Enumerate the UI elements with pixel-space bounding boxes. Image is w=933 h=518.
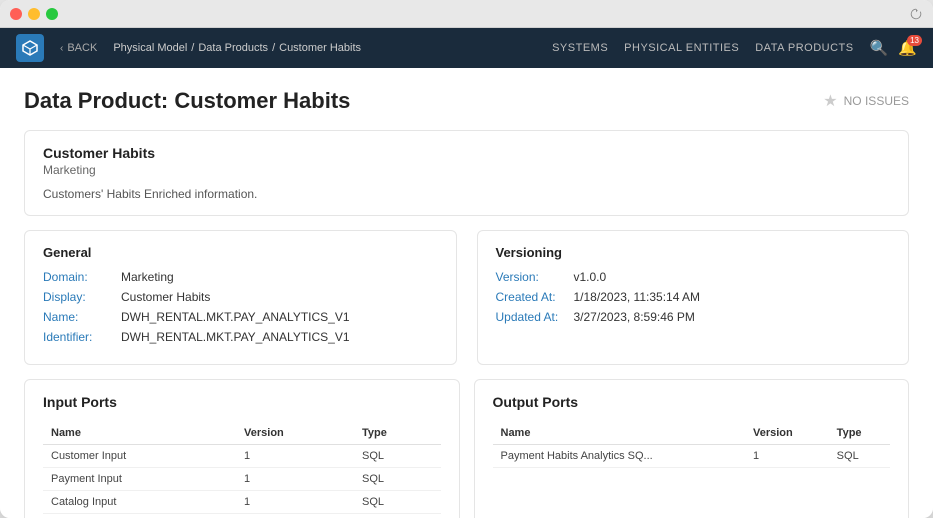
output-row-version: 1 [745,445,829,468]
input-ports-title: Input Ports [43,394,441,410]
no-issues-label: NO ISSUES [844,94,909,108]
general-name-value: DWH_RENTAL.MKT.PAY_ANALYTICS_V1 [121,310,350,324]
input-row-type: SQL [354,445,441,468]
input-row-version: 1 [236,445,354,468]
general-section: General Domain: Marketing Display: Custo… [24,230,457,365]
search-icon[interactable]: 🔍 [870,39,889,57]
reload-icon[interactable] [909,7,923,21]
notification-badge: 13 [907,35,922,46]
input-row-version: 1 [236,491,354,514]
input-col-version: Version [236,422,354,445]
info-grid: General Domain: Marketing Display: Custo… [24,230,909,365]
input-row-name: Payment Input [43,468,236,491]
input-ports-section: Input Ports Name Version Type Customer I… [24,379,460,518]
versioning-title: Versioning [496,245,891,260]
input-row-type: SQL [354,468,441,491]
breadcrumb-physical-model[interactable]: Physical Model [113,42,187,54]
maximize-button[interactable] [46,8,58,20]
input-ports-header-row: Name Version Type [43,422,441,445]
back-label: BACK [67,42,97,54]
general-title: General [43,245,438,260]
input-row-name: Customer Input [43,445,236,468]
close-button[interactable] [10,8,22,20]
titlebar [0,0,933,28]
entity-description: Customers' Habits Enriched information. [43,187,890,201]
star-icon[interactable]: ★ [823,91,837,111]
versioning-created-label: Created At: [496,290,566,304]
entity-name: Customer Habits [43,145,890,161]
output-col-type: Type [829,422,890,445]
general-domain-label: Domain: [43,270,113,284]
general-identifier-row: Identifier: DWH_RENTAL.MKT.PAY_ANALYTICS… [43,330,438,344]
output-row-name: Payment Habits Analytics SQ... [493,445,746,468]
versioning-section: Versioning Version: v1.0.0 Created At: 1… [477,230,910,365]
output-ports-title: Output Ports [493,394,891,410]
general-domain-row: Domain: Marketing [43,270,438,284]
output-row-type: SQL [829,445,890,468]
nav-systems[interactable]: SYSTEMS [552,42,608,54]
table-row: Customer Input 1 SQL [43,445,441,468]
versioning-version-label: Version: [496,270,566,284]
general-name-label: Name: [43,310,113,324]
breadcrumb-customer-habits: Customer Habits [279,42,361,54]
general-display-value: Customer Habits [121,290,210,304]
input-col-type: Type [354,422,441,445]
breadcrumb-sep1: / [191,42,194,54]
breadcrumb: Physical Model / Data Products / Custome… [113,42,361,54]
page-title: Data Product: Customer Habits [24,88,350,114]
breadcrumb-sep2: / [272,42,275,54]
output-ports-header-row: Name Version Type [493,422,891,445]
table-row: Catalog Input 1 SQL [43,491,441,514]
breadcrumb-data-products[interactable]: Data Products [198,42,268,54]
ports-grid: Input Ports Name Version Type Customer I… [24,379,909,518]
input-col-name: Name [43,422,236,445]
notification-icon[interactable]: 🔔 13 [898,39,917,57]
general-identifier-value: DWH_RENTAL.MKT.PAY_ANALYTICS_V1 [121,330,350,344]
general-display-row: Display: Customer Habits [43,290,438,304]
table-row: Payment Habits Analytics SQ... 1 SQL [493,445,891,468]
versioning-created-value: 1/18/2023, 11:35:14 AM [574,290,701,304]
no-issues-badge: ★ NO ISSUES [823,91,909,111]
general-display-label: Display: [43,290,113,304]
back-arrow-icon: ‹ [60,43,63,54]
nav-data-products[interactable]: DATA PRODUCTS [755,42,853,54]
versioning-updated-value: 3/27/2023, 8:59:46 PM [574,310,695,324]
versioning-updated-label: Updated At: [496,310,566,324]
versioning-created-row: Created At: 1/18/2023, 11:35:14 AM [496,290,891,304]
versioning-version-value: v1.0.0 [574,270,607,284]
page-header: Data Product: Customer Habits ★ NO ISSUE… [24,88,909,114]
app-logo [16,34,44,62]
output-ports-table: Name Version Type Payment Habits Analyti… [493,422,891,468]
general-domain-value: Marketing [121,270,174,284]
output-col-name: Name [493,422,746,445]
input-row-type: SQL [354,491,441,514]
main-content: Data Product: Customer Habits ★ NO ISSUE… [0,68,933,518]
general-identifier-label: Identifier: [43,330,113,344]
input-ports-table: Name Version Type Customer Input 1 SQL P… [43,422,441,514]
nav-physical-entities[interactable]: PHYSICAL ENTITIES [624,42,739,54]
navbar-icons: 🔍 🔔 13 [870,39,917,57]
table-row: Payment Input 1 SQL [43,468,441,491]
versioning-version-row: Version: v1.0.0 [496,270,891,284]
minimize-button[interactable] [28,8,40,20]
window-controls [10,8,58,20]
input-row-name: Catalog Input [43,491,236,514]
entity-card: Customer Habits Marketing Customers' Hab… [24,130,909,216]
back-button[interactable]: ‹ BACK [60,42,97,54]
nav-links: SYSTEMS PHYSICAL ENTITIES DATA PRODUCTS [552,42,854,54]
general-name-row: Name: DWH_RENTAL.MKT.PAY_ANALYTICS_V1 [43,310,438,324]
input-row-version: 1 [236,468,354,491]
app-window: ‹ BACK Physical Model / Data Products / … [0,0,933,518]
versioning-updated-row: Updated At: 3/27/2023, 8:59:46 PM [496,310,891,324]
output-col-version: Version [745,422,829,445]
entity-domain: Marketing [43,163,890,177]
output-ports-section: Output Ports Name Version Type Payment H… [474,379,910,518]
navbar: ‹ BACK Physical Model / Data Products / … [0,28,933,68]
